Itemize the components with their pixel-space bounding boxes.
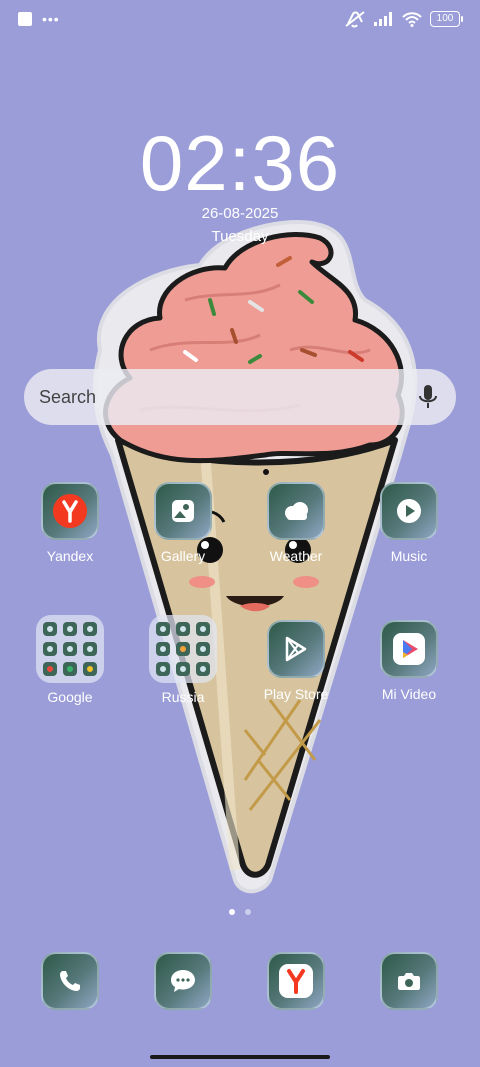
dock-yandex-browser[interactable] [246,952,346,1010]
folder-icon [149,615,217,683]
app-label: Google [47,689,93,705]
phone-icon [41,952,99,1010]
folder-icon [36,615,104,683]
more-notifications-icon: ••• [42,11,60,27]
weather-icon [267,482,325,540]
signal-icon [374,12,392,26]
camera-icon [380,952,438,1010]
home-indicator[interactable] [150,1055,330,1059]
app-weather[interactable]: Weather [246,482,346,564]
search-placeholder: Search [39,387,97,407]
app-label: Mi Video [381,686,437,702]
dock-messages[interactable] [133,952,233,1010]
app-label: Play Store [263,686,329,702]
app-label: Russia [161,689,205,705]
app-label: Yandex [46,548,94,564]
app-gallery[interactable]: Gallery [133,482,233,564]
status-bar: ••• 100 [0,0,480,42]
messages-icon [154,952,212,1010]
gallery-icon [154,482,212,540]
date: 26-08-2025 [201,205,279,222]
page-indicator-1 [229,909,235,915]
battery-icon: 100 [430,11,463,27]
search-bar[interactable]: Search [24,369,456,425]
folder-russia[interactable]: Russia [133,615,233,705]
yandex-icon [41,482,99,540]
mi-video-icon [380,620,438,678]
wifi-icon [402,11,422,27]
dock-camera[interactable] [359,952,459,1010]
app-yandex[interactable]: Yandex [20,482,120,564]
app-mi-video[interactable]: Mi Video [359,620,459,702]
play-store-icon [267,620,325,678]
clock[interactable]: 02:36 [0,118,480,208]
app-music[interactable]: Music [359,482,459,564]
app-play-store[interactable]: Play Store [246,620,346,702]
app-label: Music [390,548,428,564]
microphone-icon[interactable] [416,383,440,411]
music-icon [380,482,438,540]
yandex-browser-icon [267,952,325,1010]
vibrate-off-icon [345,11,365,28]
app-label: Weather [269,548,323,564]
app-label: Gallery [160,548,206,564]
page-indicator-2 [245,909,251,915]
notification-icon [18,12,32,26]
weekday: Tuesday [211,228,269,245]
dock-phone[interactable] [20,952,120,1010]
folder-google[interactable]: Google [20,615,120,705]
